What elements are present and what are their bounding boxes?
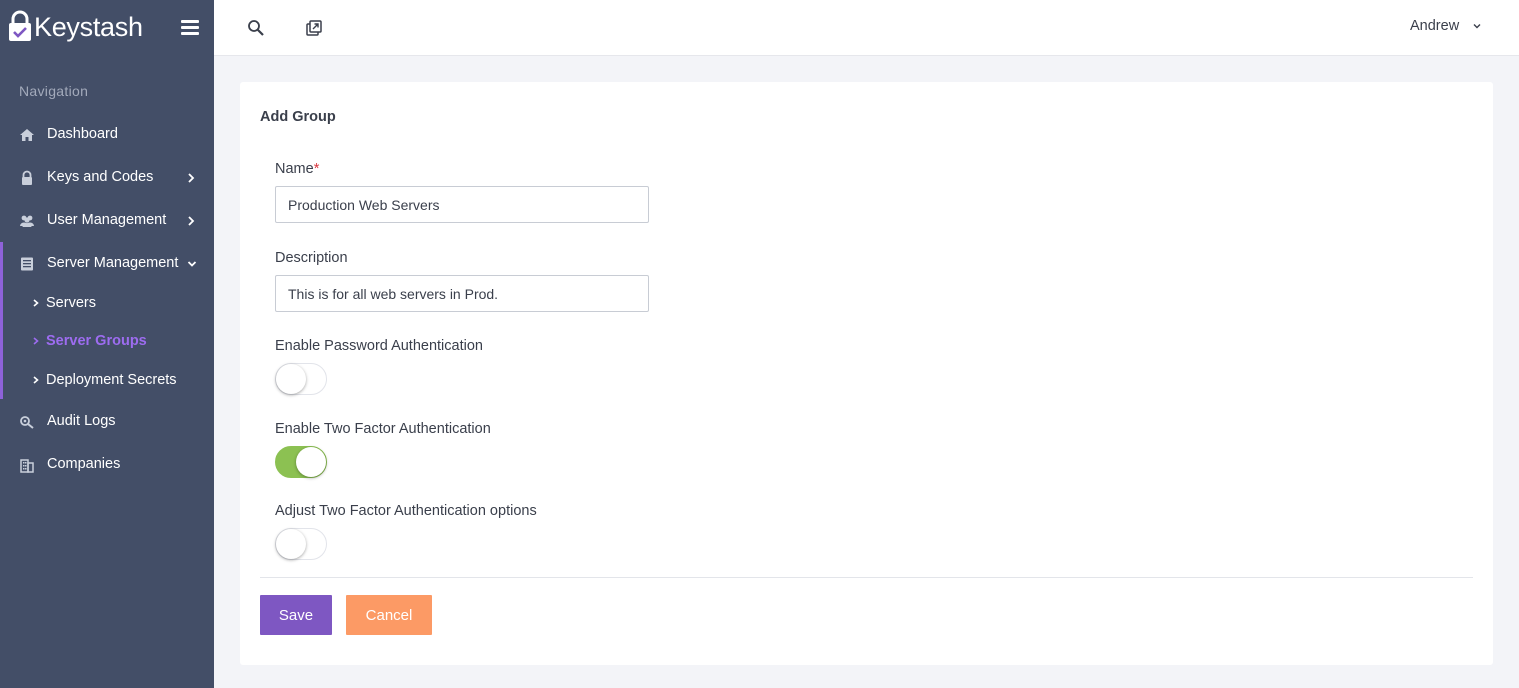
sidebar-subitem-label: Deployment Secrets bbox=[46, 372, 177, 388]
toggle-knob bbox=[276, 364, 306, 394]
sidebar-subitem-label: Server Groups bbox=[46, 333, 147, 349]
search-log-icon bbox=[20, 416, 34, 429]
topbar: Andrew bbox=[214, 0, 1519, 56]
two-factor-options-label: Adjust Two Factor Authentication options bbox=[275, 503, 537, 519]
users-icon bbox=[20, 215, 34, 227]
sidebar-subitem-label: Servers bbox=[46, 295, 96, 311]
user-menu[interactable]: Andrew bbox=[1410, 17, 1482, 39]
name-label: Name* bbox=[275, 161, 319, 177]
external-window-icon[interactable] bbox=[304, 18, 324, 38]
brand-name: Keystash bbox=[34, 12, 143, 42]
chevron-right-icon bbox=[188, 173, 195, 183]
chevron-right-icon bbox=[33, 299, 39, 307]
two-factor-label: Enable Two Factor Authentication bbox=[275, 421, 491, 437]
sidebar-item-label: User Management bbox=[47, 212, 167, 228]
sidebar-subitem-deployment-secrets[interactable]: Deployment Secrets bbox=[0, 363, 214, 399]
nav-caption: Navigation bbox=[19, 83, 89, 99]
cancel-button[interactable]: Cancel bbox=[346, 595, 432, 635]
sidebar-item-user-management[interactable]: User Management bbox=[0, 201, 214, 241]
toggle-knob bbox=[276, 529, 306, 559]
chevron-right-icon bbox=[188, 216, 195, 226]
brand: Keystash bbox=[0, 0, 214, 56]
sidebar-item-keys-and-codes[interactable]: Keys and Codes bbox=[0, 158, 214, 198]
two-factor-toggle[interactable] bbox=[275, 446, 327, 478]
chevron-down-icon bbox=[1473, 23, 1481, 29]
sidebar: Keystash Navigation Dashboard Keys and C… bbox=[0, 0, 214, 688]
lock-icon bbox=[22, 170, 32, 185]
chevron-down-icon bbox=[187, 261, 197, 267]
name-field[interactable] bbox=[275, 186, 649, 223]
server-icon bbox=[21, 257, 33, 271]
required-marker: * bbox=[313, 161, 320, 177]
sidebar-item-server-management[interactable]: Server Management bbox=[0, 244, 214, 284]
name-label-text: Name bbox=[275, 161, 314, 177]
sidebar-item-label: Dashboard bbox=[47, 126, 118, 142]
sidebar-subitem-servers[interactable]: Servers bbox=[0, 286, 214, 322]
building-icon bbox=[20, 459, 34, 473]
two-factor-options-toggle[interactable] bbox=[275, 528, 327, 560]
divider bbox=[260, 577, 1473, 578]
password-auth-label: Enable Password Authentication bbox=[275, 338, 483, 354]
sidebar-item-audit-logs[interactable]: Audit Logs bbox=[0, 402, 214, 442]
toggle-knob bbox=[296, 447, 326, 477]
menu-toggle-button[interactable] bbox=[181, 20, 199, 36]
sidebar-item-dashboard[interactable]: Dashboard bbox=[0, 115, 214, 155]
sidebar-item-label: Audit Logs bbox=[47, 413, 116, 429]
user-name: Andrew bbox=[1410, 18, 1460, 34]
password-auth-toggle[interactable] bbox=[275, 363, 327, 395]
chevron-right-icon bbox=[33, 376, 39, 384]
add-group-card: Add Group Name* Description Enable Passw… bbox=[240, 82, 1493, 665]
sidebar-item-label: Keys and Codes bbox=[47, 169, 154, 185]
sidebar-item-label: Companies bbox=[47, 456, 121, 472]
sidebar-item-companies[interactable]: Companies bbox=[0, 445, 214, 485]
lock-logo-icon bbox=[9, 10, 31, 41]
home-icon bbox=[20, 129, 34, 141]
save-button[interactable]: Save bbox=[260, 595, 332, 635]
sidebar-subitem-server-groups[interactable]: Server Groups bbox=[0, 324, 214, 360]
search-icon[interactable] bbox=[246, 18, 266, 38]
sidebar-item-label: Server Management bbox=[47, 255, 179, 271]
description-field[interactable] bbox=[275, 275, 649, 312]
page-title: Add Group bbox=[260, 109, 336, 125]
description-label: Description bbox=[275, 250, 348, 266]
chevron-right-icon bbox=[33, 337, 39, 345]
